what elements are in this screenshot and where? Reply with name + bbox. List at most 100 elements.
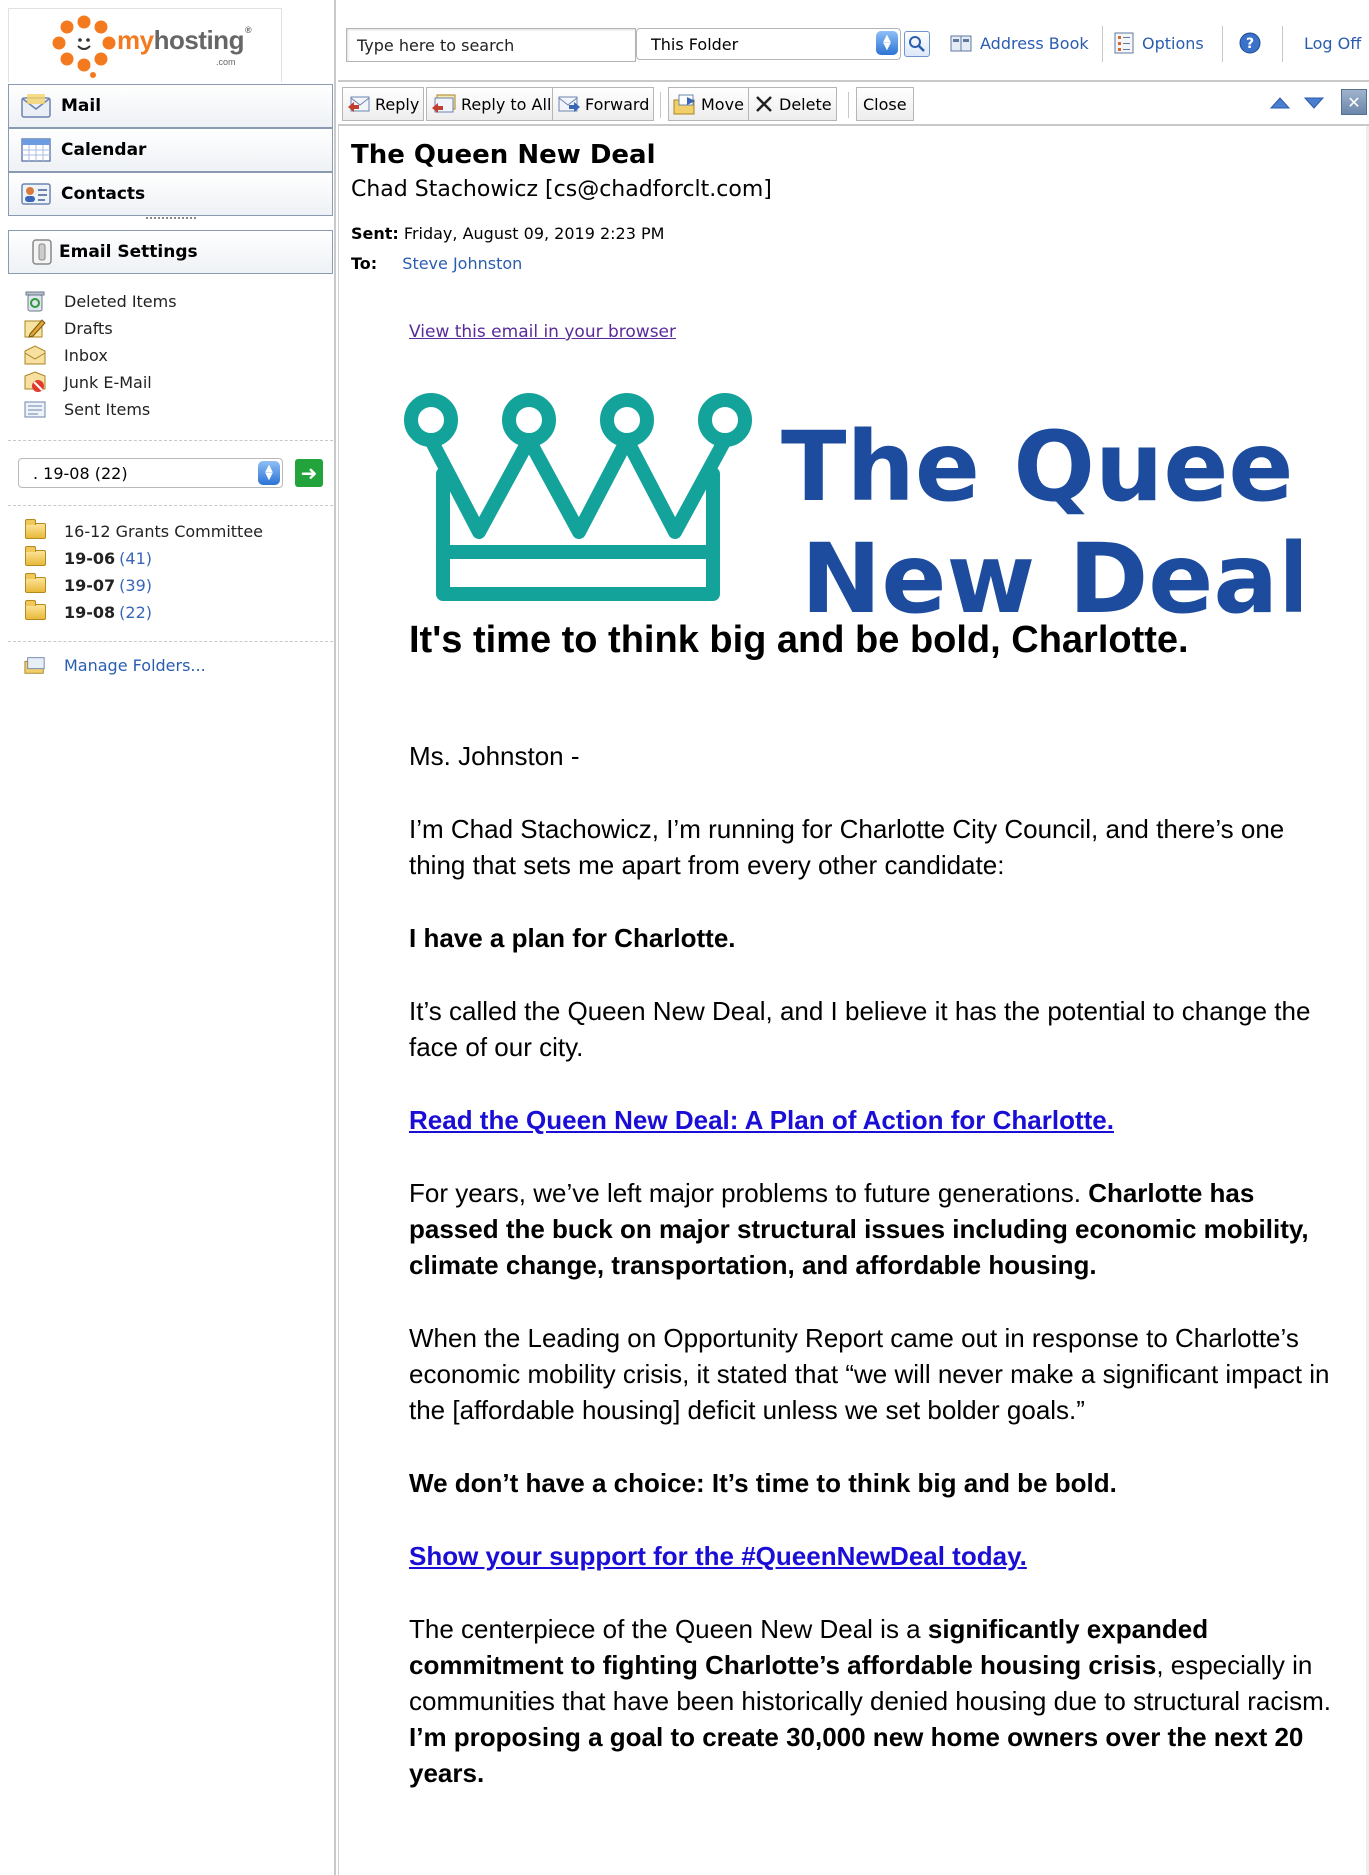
- search-button[interactable]: [904, 31, 930, 57]
- folder-icon: [24, 600, 46, 622]
- email-body: Ms. Johnston - I’m Chad Stachowicz, I’m …: [409, 738, 1339, 1828]
- body-paragraph-bold: We don’t have a choice: It’s time to thi…: [409, 1468, 1117, 1498]
- folder-deleted-items[interactable]: Deleted Items: [24, 288, 177, 314]
- draft-pencil-icon: [24, 318, 46, 338]
- select-spinner-icon: ▲ ▼: [258, 461, 280, 485]
- body-paragraph: When the Leading on Opportunity Report c…: [409, 1323, 1330, 1425]
- nav-contacts-label: Contacts: [61, 184, 146, 204]
- view-in-browser-link[interactable]: View this email in your browser: [409, 322, 676, 342]
- folder-label: 19-07: [64, 575, 116, 595]
- sent-value: Friday, August 09, 2019 2:23 PM: [403, 224, 665, 243]
- svg-text:?: ?: [1246, 36, 1254, 52]
- settings-switch-icon: [32, 239, 52, 265]
- search-scope-select[interactable]: This Folder ▲ ▼: [636, 28, 901, 60]
- unread-count: (22): [119, 602, 153, 622]
- previous-message-arrow-icon[interactable]: [1269, 94, 1291, 112]
- email-headline: It's time to think big and be bold, Char…: [409, 619, 1189, 661]
- help-button[interactable]: ?: [1238, 30, 1262, 56]
- nav-contacts[interactable]: Contacts: [8, 172, 333, 216]
- close-pane-icon[interactable]: ✕: [1341, 89, 1367, 115]
- folder-label: 19-06: [64, 548, 116, 568]
- folder-sent-items[interactable]: Sent Items: [24, 396, 150, 422]
- folder-drafts[interactable]: Drafts: [24, 315, 113, 341]
- delete-button[interactable]: Delete: [748, 87, 837, 121]
- crown-logo-icon: [404, 393, 752, 601]
- banner-title-line1: The Queen: [781, 411, 1301, 523]
- body-paragraph: The centerpiece of the Queen New Deal is…: [409, 1614, 1332, 1788]
- folder-19-07[interactable]: 19-07 (39): [24, 572, 152, 598]
- folder-label: 16-12 Grants Committee: [64, 521, 264, 541]
- to-recipient-link[interactable]: Steve Johnston: [402, 254, 522, 273]
- folder-icon: [24, 573, 46, 595]
- search-input[interactable]: Type here to search: [346, 28, 636, 62]
- manage-folders-label: Manage Folders...: [64, 655, 206, 675]
- address-book-label: Address Book: [980, 33, 1089, 53]
- message-toolbar: Reply Reply to All Forward Move Delete C…: [338, 84, 1369, 126]
- options-link[interactable]: Options: [1114, 30, 1204, 56]
- divider: [8, 505, 333, 506]
- folder-19-06[interactable]: 19-06 (41): [24, 545, 152, 571]
- logoff-label: Log Off: [1304, 33, 1362, 53]
- nav-splitter-grip[interactable]: [146, 217, 196, 219]
- nav-email-settings[interactable]: Email Settings: [8, 230, 333, 274]
- search-scope-value: This Folder: [651, 34, 739, 54]
- folder-16-12-grants-committee[interactable]: 16-12 Grants Committee: [24, 518, 263, 544]
- top-bar: Type here to search This Folder ▲ ▼ Addre…: [338, 0, 1369, 82]
- delete-x-icon: [753, 93, 775, 115]
- forward-button[interactable]: Forward: [552, 87, 655, 121]
- reply-icon: [347, 93, 371, 115]
- next-message-arrow-icon[interactable]: [1303, 94, 1325, 112]
- nav-mail[interactable]: Mail: [8, 84, 333, 128]
- reply-all-button[interactable]: Reply to All: [426, 87, 557, 121]
- message-nav: [1269, 94, 1325, 112]
- reply-all-icon: [431, 93, 457, 115]
- reply-all-label: Reply to All: [461, 94, 552, 114]
- folder-label: Sent Items: [64, 399, 151, 419]
- body-paragraph: It’s called the Queen New Deal, and I be…: [409, 996, 1311, 1062]
- move-button[interactable]: Move: [668, 87, 749, 121]
- sent-label: Sent:: [351, 224, 399, 243]
- unread-count: (41): [119, 548, 153, 568]
- help-question-icon: ?: [1239, 32, 1261, 54]
- reply-label: Reply: [375, 94, 420, 114]
- folder-icon: [24, 519, 46, 541]
- select-spinner-icon: ▲ ▼: [876, 31, 898, 55]
- manage-folders-icon: [24, 655, 46, 675]
- sent-items-icon: [24, 399, 46, 419]
- reply-button[interactable]: Reply: [342, 87, 425, 121]
- folder-select[interactable]: . 19-08 (22) ▲ ▼: [18, 458, 283, 488]
- nav-calendar-label: Calendar: [61, 140, 147, 160]
- flower-logo-icon: [52, 15, 116, 78]
- manage-folders-link[interactable]: Manage Folders...: [24, 652, 206, 678]
- salutation: Ms. Johnston -: [409, 741, 580, 771]
- forward-label: Forward: [585, 94, 650, 114]
- body-paragraph: For years, we’ve left major problems to …: [409, 1178, 1309, 1280]
- move-folder-icon: [673, 93, 697, 115]
- options-list-icon: [1114, 32, 1134, 54]
- nav-email-settings-label: Email Settings: [59, 242, 198, 262]
- sidebar: myhosting® .com Mail Calendar Contacts E…: [0, 0, 336, 1875]
- webmail-app: myhosting® .com Mail Calendar Contacts E…: [0, 0, 1369, 1875]
- arrow-right-icon: ➜: [300, 461, 318, 485]
- folder-label: Drafts: [64, 318, 113, 338]
- message-sender[interactable]: Chad Stachowicz [cs@chadforclt.com]: [351, 177, 772, 202]
- folder-label: Deleted Items: [64, 291, 177, 311]
- nav-calendar[interactable]: Calendar: [8, 128, 333, 172]
- logoff-link[interactable]: Log Off: [1304, 30, 1361, 56]
- folder-inbox[interactable]: Inbox: [24, 342, 108, 368]
- folder-19-08[interactable]: 19-08 (22): [24, 599, 152, 625]
- show-support-link[interactable]: Show your support for the #QueenNewDeal …: [409, 1541, 1027, 1571]
- address-book-link[interactable]: Address Book: [950, 30, 1089, 56]
- folder-junk-email[interactable]: Junk E-Mail: [24, 369, 152, 395]
- calendar-icon: [21, 138, 51, 162]
- myhosting-logo[interactable]: myhosting® .com: [8, 8, 282, 82]
- inbox-icon: [24, 345, 46, 365]
- options-label: Options: [1142, 33, 1204, 53]
- close-button[interactable]: Close: [856, 87, 914, 121]
- folder-icon: [24, 546, 46, 568]
- folder-label: 19-08: [64, 602, 116, 622]
- message-subject: The Queen New Deal: [351, 140, 656, 170]
- read-plan-link[interactable]: Read the Queen New Deal: A Plan of Actio…: [409, 1105, 1114, 1135]
- queen-new-deal-banner: The Queen New Deal: [404, 393, 1301, 635]
- go-arrow-button[interactable]: ➜: [295, 459, 323, 487]
